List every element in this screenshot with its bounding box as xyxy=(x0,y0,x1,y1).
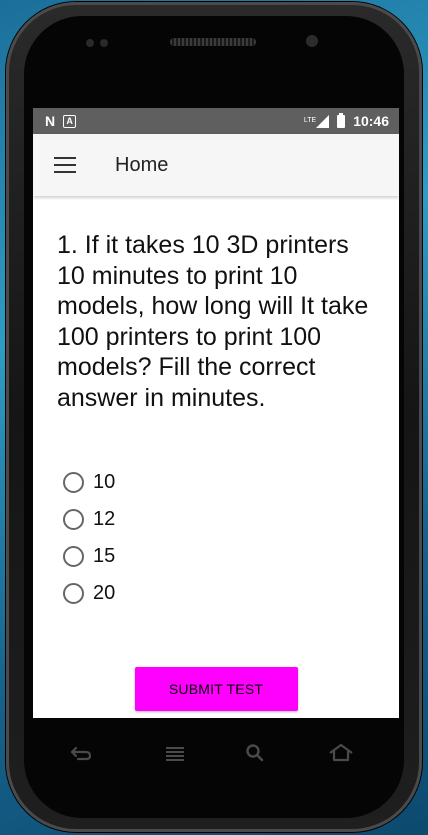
answer-options: 10 12 15 20 xyxy=(63,464,379,612)
option-label: 15 xyxy=(93,545,116,567)
radio-button[interactable] xyxy=(63,583,84,604)
network-type: LTE xyxy=(303,116,317,124)
hardware-nav-keys xyxy=(0,738,428,768)
status-left: N A xyxy=(45,113,77,129)
sensor-dots xyxy=(86,38,126,48)
status-right: LTE 10:46 xyxy=(303,112,389,129)
a-icon: A xyxy=(63,114,77,128)
screen: N A LTE 10:46 Home 1. If it takes 10 3D … xyxy=(33,108,399,718)
option-10[interactable]: 10 xyxy=(63,464,379,501)
submit-test-button[interactable]: SUBMIT TEST xyxy=(134,667,298,711)
front-camera xyxy=(306,35,318,47)
option-12[interactable]: 12 xyxy=(63,501,379,538)
status-time: 10:46 xyxy=(353,113,389,129)
quiz-content: 1. If it takes 10 3D printers 10 minutes… xyxy=(33,230,399,612)
option-label: 20 xyxy=(93,582,116,604)
status-bar: N A LTE 10:46 xyxy=(33,108,399,134)
option-15[interactable]: 15 xyxy=(63,538,379,575)
app-bar: Home xyxy=(33,134,399,196)
search-icon[interactable] xyxy=(240,738,270,768)
home-icon[interactable] xyxy=(326,738,356,768)
earpiece-speaker xyxy=(170,38,256,46)
n-icon: N xyxy=(45,113,56,129)
menu-icon[interactable] xyxy=(160,738,190,768)
radio-button[interactable] xyxy=(63,546,84,567)
app-title: Home xyxy=(115,153,169,176)
battery-icon xyxy=(337,112,346,128)
radio-button[interactable] xyxy=(63,472,84,493)
question-text: 1. If it takes 10 3D printers 10 minutes… xyxy=(57,231,369,412)
hamburger-menu-icon[interactable] xyxy=(54,157,76,173)
option-20[interactable]: 20 xyxy=(63,575,379,612)
option-label: 10 xyxy=(93,471,116,493)
back-icon[interactable] xyxy=(66,738,96,768)
submit-container: SUBMIT TEST xyxy=(33,667,399,711)
signal-icon: LTE xyxy=(303,114,330,128)
radio-button[interactable] xyxy=(63,509,84,530)
option-label: 12 xyxy=(93,508,116,530)
